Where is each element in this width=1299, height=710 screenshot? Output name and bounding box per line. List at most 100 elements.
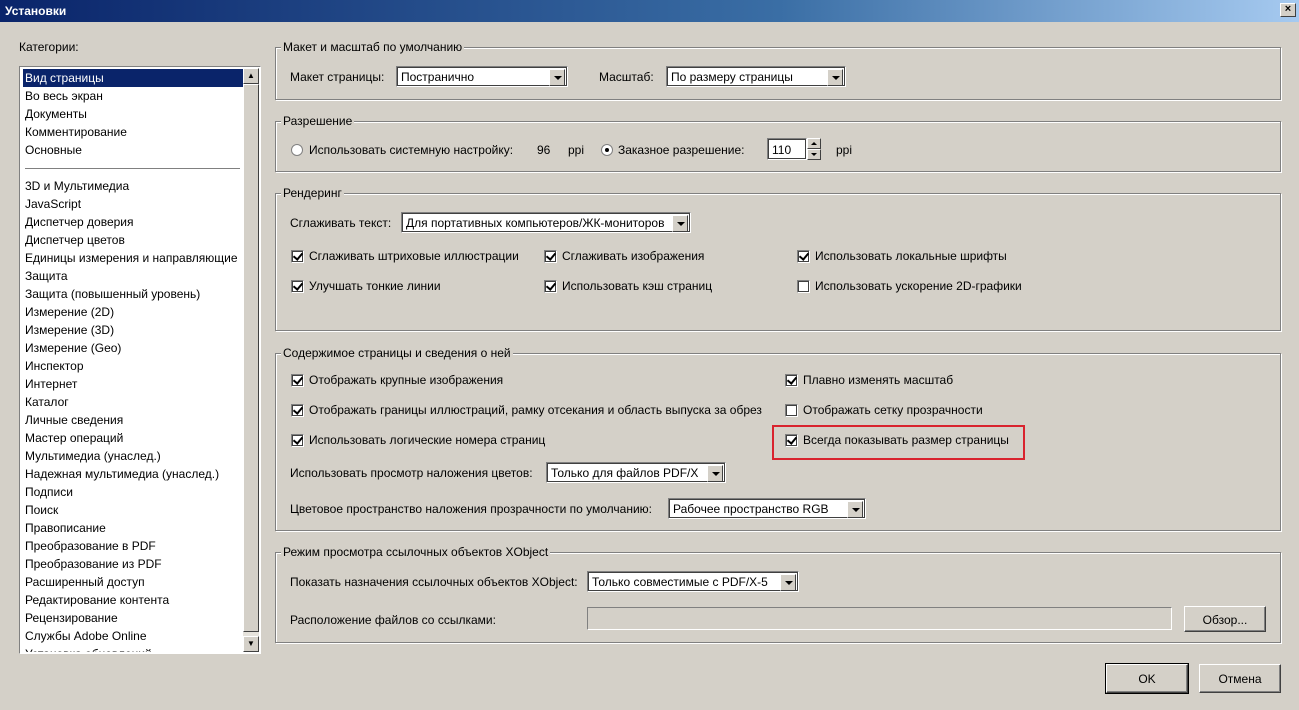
category-item[interactable]: Поиск: [23, 501, 243, 519]
chevron-down-icon[interactable]: [847, 501, 863, 518]
category-item[interactable]: Преобразование из PDF: [23, 555, 243, 573]
category-item[interactable]: Измерение (3D): [23, 321, 243, 339]
overprint-select[interactable]: Только для файлов PDF/X: [546, 462, 726, 483]
category-item[interactable]: Рецензирование: [23, 609, 243, 627]
content-checkbox-label-3: Отображать сетку прозрачности: [803, 403, 983, 417]
rendering-checkbox-label-3: Улучшать тонкие линии: [309, 279, 441, 293]
category-item[interactable]: Диспетчер цветов: [23, 231, 243, 249]
window-title: Установки: [5, 4, 67, 18]
page-layout-label: Макет страницы:: [290, 70, 385, 84]
chevron-down-icon[interactable]: [827, 69, 843, 86]
rendering-checkbox-2[interactable]: [797, 250, 810, 263]
zoom-label: Масштаб:: [599, 70, 654, 84]
custom-resolution-spinner[interactable]: 110: [767, 138, 823, 160]
blend-space-value: Рабочее пространство RGB: [673, 502, 829, 516]
content-checkbox-4[interactable]: [291, 434, 304, 447]
custom-resolution-input[interactable]: 110: [767, 138, 807, 160]
rendering-checkbox-4[interactable]: [544, 280, 557, 293]
category-item[interactable]: Основные: [23, 141, 243, 159]
scroll-down-icon[interactable]: ▼: [243, 636, 259, 652]
rendering-checkbox-1[interactable]: [544, 250, 557, 263]
category-item[interactable]: 3D и Мультимедиа: [23, 177, 243, 195]
category-item[interactable]: Во весь экран: [23, 87, 243, 105]
content-checkbox-3[interactable]: [785, 404, 798, 417]
rendering-checkbox-label-0: Сглаживать штриховые иллюстрации: [309, 249, 519, 263]
cancel-button[interactable]: Отмена: [1199, 664, 1281, 693]
chevron-down-icon[interactable]: [780, 574, 796, 591]
ok-button[interactable]: OK: [1105, 663, 1189, 694]
spin-up-icon[interactable]: [807, 138, 821, 149]
category-item[interactable]: Измерение (Geo): [23, 339, 243, 357]
category-item[interactable]: Службы Adobe Online: [23, 627, 243, 645]
category-item[interactable]: Мастер операций: [23, 429, 243, 447]
chevron-down-icon[interactable]: [672, 215, 688, 232]
content-group-title: Содержимое страницы и сведения о ней: [281, 346, 513, 360]
chevron-down-icon[interactable]: [707, 465, 723, 482]
category-item[interactable]: Измерение (2D): [23, 303, 243, 321]
category-item[interactable]: Интернет: [23, 375, 243, 393]
content-checkbox-0[interactable]: [291, 374, 304, 387]
category-item[interactable]: Инспектор: [23, 357, 243, 375]
content-checkbox-label-4: Использовать логические номера страниц: [309, 433, 546, 447]
category-item[interactable]: Личные сведения: [23, 411, 243, 429]
system-resolution-unit: ppi: [568, 143, 585, 157]
category-item[interactable]: Диспетчер доверия: [23, 213, 243, 231]
xobject-show-select[interactable]: Только совместимые с PDF/X-5: [587, 571, 799, 592]
scroll-thumb[interactable]: [243, 84, 259, 632]
category-item[interactable]: Защита (повышенный уровень): [23, 285, 243, 303]
ok-button-label: OK: [1138, 672, 1156, 686]
category-item[interactable]: Защита: [23, 267, 243, 285]
categories-scrollbar[interactable]: ▲ ▼: [243, 68, 259, 652]
smooth-text-value: Для портативных компьютеров/ЖК-мониторов: [406, 216, 665, 230]
overprint-value: Только для файлов PDF/X: [551, 466, 699, 480]
browse-button[interactable]: Обзор...: [1184, 606, 1266, 632]
custom-resolution-radio[interactable]: [601, 144, 613, 156]
blend-space-select[interactable]: Рабочее пространство RGB: [668, 498, 866, 519]
chevron-down-icon[interactable]: [549, 69, 565, 86]
category-item[interactable]: Правописание: [23, 519, 243, 537]
highlight-box: [772, 425, 1025, 460]
cancel-button-label: Отмена: [1218, 672, 1262, 686]
layout-group-title: Макет и масштаб по умолчанию: [281, 40, 465, 54]
zoom-select[interactable]: По размеру страницы: [666, 66, 846, 87]
system-resolution-value: 96: [537, 143, 551, 157]
system-resolution-radio[interactable]: [291, 144, 303, 156]
smooth-text-label: Сглаживать текст:: [290, 216, 392, 230]
close-icon[interactable]: ×: [1280, 3, 1296, 17]
rendering-checkbox-3[interactable]: [291, 280, 304, 293]
rendering-checkbox-label-1: Сглаживать изображения: [562, 249, 705, 263]
category-item[interactable]: JavaScript: [23, 195, 243, 213]
spin-down-icon[interactable]: [807, 149, 821, 160]
category-item[interactable]: Редактирование контента: [23, 591, 243, 609]
scroll-up-icon[interactable]: ▲: [243, 68, 259, 84]
title-bar: Установки ×: [0, 0, 1299, 22]
categories-list-inner: Вид страницы Во весь экран Документы Коммен…: [21, 68, 244, 652]
category-item[interactable]: Каталог: [23, 393, 243, 411]
custom-resolution-label: Заказное разрешение:: [618, 143, 745, 157]
smooth-text-select[interactable]: Для портативных компьютеров/ЖК-мониторов: [401, 212, 691, 233]
category-separator: [25, 168, 240, 169]
page-layout-value: Постранично: [401, 70, 475, 84]
browse-button-label: Обзор...: [1202, 613, 1248, 627]
category-item[interactable]: Преобразование в PDF: [23, 537, 243, 555]
content-checkbox-1[interactable]: [785, 374, 798, 387]
rendering-checkbox-label-2: Использовать локальные шрифты: [815, 249, 1007, 263]
category-item[interactable]: Надежная мультимедиа (унаслед.): [23, 465, 243, 483]
xobject-show-value: Только совместимые с PDF/X-5: [592, 575, 768, 589]
category-item[interactable]: Единицы измерения и направляющие: [23, 249, 243, 267]
rendering-checkbox-0[interactable]: [291, 250, 304, 263]
rendering-group-title: Рендеринг: [281, 186, 344, 200]
category-item[interactable]: Комментирование: [23, 123, 243, 141]
category-item[interactable]: Расширенный доступ: [23, 573, 243, 591]
xobject-location-field[interactable]: [587, 607, 1172, 630]
rendering-checkbox-5[interactable]: [797, 280, 810, 293]
category-item[interactable]: Подписи: [23, 483, 243, 501]
category-item[interactable]: Вид страницы: [23, 69, 243, 87]
category-item[interactable]: Документы: [23, 105, 243, 123]
category-item[interactable]: Установка обновлений: [23, 645, 243, 652]
category-item[interactable]: Мультимедиа (унаслед.): [23, 447, 243, 465]
categories-list[interactable]: Вид страницы Во весь экран Документы Коммен…: [19, 66, 261, 654]
content-checkbox-label-1: Плавно изменять масштаб: [803, 373, 954, 387]
content-checkbox-2[interactable]: [291, 404, 304, 417]
page-layout-select[interactable]: Постранично: [396, 66, 568, 87]
